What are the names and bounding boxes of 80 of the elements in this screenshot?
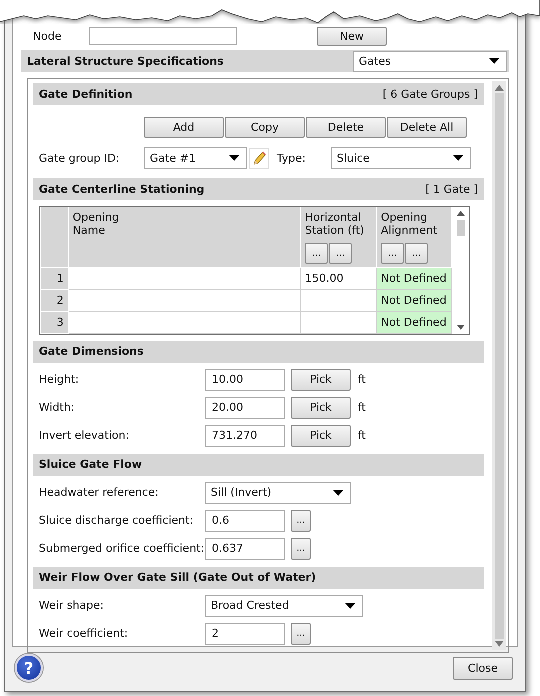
section-title: Sluice Gate Flow [39,458,142,471]
field-label: Weir shape: [39,599,105,612]
action-button[interactable]: Copy [225,117,305,138]
action-button[interactable]: Delete All [387,117,467,138]
row-number: 1 [40,267,68,289]
section-title: Gate Definition [39,88,133,100]
dropdown[interactable]: Sill (Invert) [205,482,351,504]
field-label: Submerged orifice coefficient: [39,542,205,555]
dropdown[interactable]: Gate #1 [144,147,247,169]
input-field[interactable] [89,27,237,45]
input-field[interactable]: 10.00 [205,368,285,390]
field-label: Headwater reference: [39,486,160,499]
more-button[interactable]: ... [291,538,311,560]
more-button[interactable]: ... [381,243,404,264]
dropdown[interactable]: Gates [353,50,507,72]
action-button[interactable]: Delete [306,117,386,138]
unit-label: ft [358,373,366,386]
unit-label: ft [358,401,366,414]
count-label: [ 1 Gate ] [426,182,478,196]
action-button[interactable]: Add [144,117,224,138]
pick-button[interactable]: Pick [291,396,351,418]
dropdown[interactable]: Broad Crested [205,594,363,616]
field-label: Width: [39,401,76,414]
table-cell[interactable]: Not Defined [376,289,452,311]
section-title: Gate Centerline Stationing [39,182,205,196]
section-title: Weir Flow Over Gate Sill (Gate Out of Water) [39,571,316,584]
column-header: Opening Name [68,207,301,267]
scroll-thumb[interactable] [494,93,504,639]
more-button[interactable]: ... [329,243,352,264]
more-button[interactable]: ... [305,243,328,264]
scroll-down-icon[interactable] [494,641,504,647]
field-label: Weir coefficient: [39,627,130,640]
caret-icon [489,58,500,64]
pick-button[interactable]: Pick [291,368,351,390]
close-button[interactable]: Close [453,656,513,680]
table-cell[interactable] [68,289,301,311]
table-cell[interactable] [300,289,377,311]
field-label: Gate group ID: [39,152,121,164]
corner-cell [40,207,68,267]
more-button[interactable]: ... [291,622,311,644]
section-title: Gate Dimensions [39,345,144,358]
field-label: Invert elevation: [39,429,130,442]
new-button[interactable]: New [317,26,387,46]
table-cell[interactable]: Not Defined [376,311,452,333]
caret-icon [345,602,356,608]
help-button[interactable]: ? [15,654,43,682]
dropdown[interactable]: Sluice [331,147,471,169]
scrollbar[interactable] [492,81,506,650]
pencil-icon[interactable] [249,148,269,168]
more-button[interactable]: ... [405,243,428,264]
input-field[interactable]: 0.6 [205,510,285,532]
column-header: Opening Alignment ... ... [376,207,452,267]
count-label: [ 6 Gate Groups ] [382,88,478,100]
field-label: Height: [39,373,80,386]
caret-icon [333,490,344,496]
table-cell[interactable] [300,311,377,333]
row-number: 2 [40,289,68,311]
scroll-down-icon[interactable] [456,324,465,330]
scroll-thumb[interactable] [456,220,465,236]
more-button[interactable]: ... [291,510,311,532]
input-field[interactable]: 0.637 [205,538,285,560]
node-label: Node [33,30,63,42]
unit-label: ft [358,429,366,442]
scroll-up-icon[interactable] [456,211,465,216]
input-field[interactable]: 2 [205,622,285,644]
field-label: Sluice discharge coefficient: [39,514,195,527]
column-header: Horizontal Station (ft) ... ... [300,207,377,267]
table-cell[interactable]: Not Defined [376,267,452,289]
input-field[interactable]: 20.00 [205,396,285,418]
section-title: Lateral Structure Specifications [27,54,224,68]
caret-icon [453,155,464,161]
scroll-up-icon[interactable] [494,85,504,91]
pick-button[interactable]: Pick [291,424,351,446]
caret-icon [229,155,240,161]
row-number: 3 [40,311,68,333]
table-cell[interactable] [68,311,301,333]
input-field[interactable]: 731.270 [205,424,285,446]
table-cell[interactable] [68,267,301,289]
field-label: Type: [277,152,307,164]
table-cell[interactable]: 150.00 [300,267,377,289]
